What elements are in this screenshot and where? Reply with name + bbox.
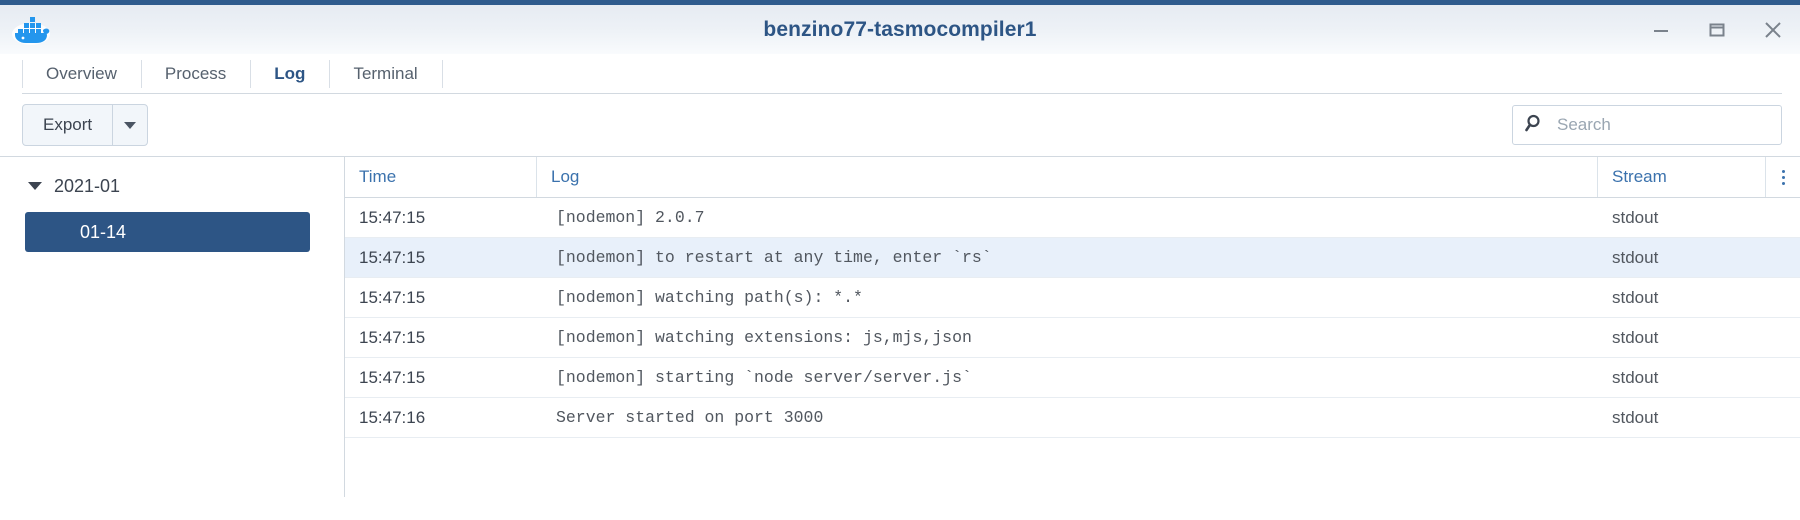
chevron-down-icon: [124, 121, 137, 129]
tab-overview-label: Overview: [46, 64, 117, 83]
export-button-label: Export: [43, 115, 93, 134]
column-header-log-label: Log: [551, 167, 580, 186]
search-icon: [1525, 113, 1545, 138]
docker-whale-icon: [10, 9, 52, 49]
tab-log-label: Log: [274, 64, 306, 83]
tab-log[interactable]: Log: [250, 54, 329, 95]
table-row[interactable]: 15:47:15 [nodemon] 2.0.7 stdout: [345, 198, 1800, 238]
tab-terminal[interactable]: Terminal: [329, 54, 441, 94]
date-tree-sidebar: 2021-01 01-14 (c) http://www.ObjetsConne…: [0, 157, 345, 497]
cell-time: 15:47:15: [359, 367, 426, 387]
cell-time: 15:47:15: [359, 247, 426, 267]
tree-node-label: 2021-01: [54, 175, 121, 196]
cell-stream: stdout: [1612, 327, 1659, 347]
more-vertical-icon[interactable]: [1781, 169, 1785, 185]
search-input[interactable]: [1555, 114, 1769, 136]
cell-pad: [1766, 278, 1800, 317]
toolbar: Export: [0, 94, 1800, 156]
column-header-time-label: Time: [359, 167, 397, 186]
cell-log: [nodemon] 2.0.7: [556, 208, 705, 227]
tab-end-divider: [441, 60, 443, 88]
cell-log: [nodemon] to restart at any time, enter …: [556, 248, 992, 267]
cell-pad: [1766, 318, 1800, 357]
title-bar: benzino77-tasmocompiler1: [0, 5, 1800, 54]
cell-time: 15:47:15: [359, 287, 426, 307]
search-box[interactable]: [1512, 105, 1782, 145]
cell-log: [nodemon] starting `node server/server.j…: [556, 368, 972, 387]
cell-log: Server started on port 3000: [556, 408, 824, 427]
cell-stream: stdout: [1612, 407, 1659, 427]
export-button-group[interactable]: Export: [22, 104, 149, 146]
tab-terminal-label: Terminal: [353, 64, 418, 83]
export-dropdown-button[interactable]: [112, 105, 147, 145]
minimize-icon[interactable]: [1648, 17, 1674, 43]
cell-time: 15:47:15: [359, 207, 426, 227]
window-title: benzino77-tasmocompiler1: [763, 17, 1037, 41]
column-header-time[interactable]: Time: [345, 157, 537, 197]
docker-container-window: benzino77-tasmocompiler1 Overview Proces…: [0, 0, 1800, 520]
cell-log: [nodemon] watching extensions: js,mjs,js…: [556, 328, 972, 347]
table-header-row: Time Log Stream: [345, 157, 1800, 198]
cell-stream: stdout: [1612, 247, 1659, 267]
cell-stream: stdout: [1612, 207, 1659, 227]
table-row[interactable]: 15:47:16 Server started on port 3000 std…: [345, 398, 1800, 438]
log-table: Time Log Stream 15:47:15 [nodemon] 2.0.7…: [345, 157, 1800, 497]
cell-pad: [1766, 358, 1800, 397]
cell-pad: [1766, 198, 1800, 237]
tab-bar: Overview Process Log Terminal: [0, 54, 1800, 95]
table-body: 15:47:15 [nodemon] 2.0.7 stdout 15:47:15…: [345, 198, 1800, 497]
table-row[interactable]: 15:47:15 [nodemon] starting `node server…: [345, 358, 1800, 398]
cell-pad: [1766, 238, 1800, 277]
table-row[interactable]: 15:47:15 [nodemon] watching extensions: …: [345, 318, 1800, 358]
cell-stream: stdout: [1612, 367, 1659, 387]
window-controls: [1648, 5, 1786, 54]
tab-overview[interactable]: Overview: [22, 54, 141, 94]
column-header-stream[interactable]: Stream: [1598, 157, 1766, 197]
table-row[interactable]: 15:47:15 [nodemon] to restart at any tim…: [345, 238, 1800, 278]
triangle-down-icon[interactable]: [28, 182, 42, 190]
cell-pad: [1766, 398, 1800, 437]
tab-process-label: Process: [164, 64, 227, 83]
column-header-log[interactable]: Log: [537, 157, 1598, 197]
cell-time: 15:47:16: [359, 407, 426, 427]
content-area: 2021-01 01-14 (c) http://www.ObjetsConne…: [0, 156, 1800, 497]
cell-stream: stdout: [1612, 287, 1659, 307]
tree-item-label: 01-14: [80, 221, 127, 242]
tree-node-2021-01[interactable]: 2021-01: [0, 169, 344, 203]
export-button[interactable]: Export: [23, 105, 112, 145]
cell-log: [nodemon] watching path(s): *.*: [556, 288, 863, 307]
cell-time: 15:47:15: [359, 327, 426, 347]
tab-process[interactable]: Process: [140, 54, 250, 94]
column-options-button[interactable]: [1766, 157, 1800, 197]
column-header-stream-label: Stream: [1612, 167, 1667, 186]
tree-item-01-14[interactable]: 01-14: [25, 212, 310, 252]
table-row[interactable]: 15:47:15 [nodemon] watching path(s): *.*…: [345, 278, 1800, 318]
close-icon[interactable]: [1760, 17, 1786, 43]
maximize-icon[interactable]: [1704, 17, 1730, 43]
